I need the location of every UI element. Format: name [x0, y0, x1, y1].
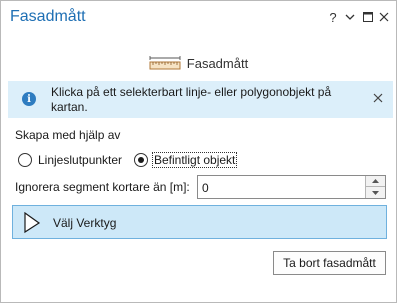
- pointer-arrow-icon: [24, 212, 41, 234]
- triangle-up-icon: [372, 179, 379, 183]
- tool-header: Fasadmått: [1, 53, 396, 73]
- radio-label-linjeslutpunkter[interactable]: Linjeslutpunkter: [38, 153, 122, 167]
- spin-up-button[interactable]: [365, 176, 385, 187]
- info-message: i Klicka på ett selekterbart linje- elle…: [8, 81, 393, 118]
- close-icon: [373, 93, 383, 103]
- ruler-icon: [149, 56, 181, 70]
- title-bar: Fasadmått ?: [1, 1, 396, 37]
- chevron-down-icon: [345, 14, 355, 20]
- ignore-segment-input[interactable]: 0: [197, 175, 386, 199]
- close-pane-button[interactable]: [376, 9, 392, 25]
- fasadmatt-pane: Fasadmått ? Fasadmått i Klicka på ett se…: [0, 0, 397, 303]
- info-icon: i: [22, 92, 36, 106]
- restore-window-icon: [363, 12, 373, 22]
- triangle-down-icon: [372, 190, 379, 195]
- info-text: Klicka på ett selekterbart linje- eller …: [51, 85, 332, 114]
- select-tool-label: Välj Verktyg: [53, 216, 117, 230]
- options-menu-button[interactable]: [342, 9, 358, 25]
- help-button[interactable]: ?: [325, 9, 341, 25]
- dismiss-info-button[interactable]: [371, 91, 385, 105]
- select-tool-button[interactable]: Välj Verktyg: [12, 205, 387, 239]
- close-icon: [379, 12, 389, 22]
- tool-title: Fasadmått: [186, 55, 249, 71]
- pane-title: Fasadmått: [10, 8, 86, 25]
- delete-facade-dimensions-button[interactable]: Ta bort fasadmått: [273, 251, 386, 275]
- ignore-segment-value[interactable]: 0: [202, 181, 209, 195]
- spin-down-button[interactable]: [365, 187, 385, 198]
- radio-linjeslutpunkter[interactable]: [18, 153, 32, 167]
- ignore-segment-label: Ignorera segment kortare än [m]:: [15, 180, 190, 194]
- radio-befintligt-objekt[interactable]: [134, 153, 148, 167]
- radio-label-befintligt-objekt[interactable]: Befintligt objekt: [151, 152, 238, 168]
- restore-button[interactable]: [360, 9, 376, 25]
- create-using-label: Skapa med hjälp av: [15, 128, 121, 142]
